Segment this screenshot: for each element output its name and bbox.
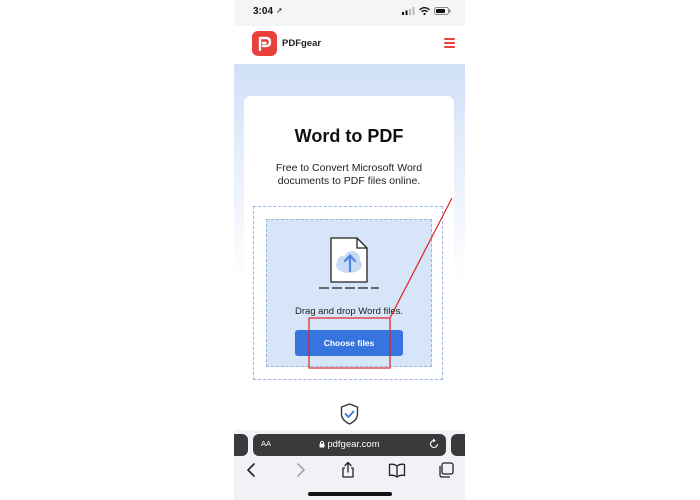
brand-name[interactable]: PDFgear [282, 38, 321, 49]
bookmarks-icon[interactable] [388, 461, 406, 479]
upload-dropzone-inner[interactable]: Drag and drop Word files. Choose files [266, 219, 432, 367]
address-bar[interactable]: AA pdfgear.com [253, 434, 446, 456]
url-display[interactable]: pdfgear.com [253, 439, 446, 450]
pdfgear-logo[interactable] [252, 31, 277, 56]
status-time: 3:04 [253, 6, 274, 17]
page-content: Word to PDF Free to Convert Microsoft Wo… [234, 64, 465, 430]
site-header: PDFgear [234, 26, 465, 64]
converter-card: Word to PDF Free to Convert Microsoft Wo… [244, 96, 454, 386]
page-title: Word to PDF [294, 126, 404, 146]
status-icons [402, 7, 451, 15]
battery-icon [434, 7, 451, 15]
reload-icon[interactable] [428, 438, 440, 450]
hamburger-menu-icon[interactable] [444, 38, 455, 48]
url-text: pdfgear.com [327, 439, 380, 450]
tabs-icon[interactable] [437, 461, 455, 479]
page-subtitle: Free to Convert Microsoft Word documents… [275, 162, 423, 187]
lock-icon [319, 440, 325, 448]
share-icon[interactable] [339, 461, 357, 479]
home-indicator [308, 492, 392, 496]
location-arrow-icon: ➚ [276, 6, 283, 15]
previous-tab-peek[interactable] [234, 434, 248, 456]
back-arrow-icon[interactable] [243, 461, 261, 479]
shield-check-icon [340, 403, 359, 425]
browser-address-row: AA pdfgear.com [234, 430, 465, 458]
upload-dropzone[interactable]: Drag and drop Word files. Choose files [253, 206, 443, 380]
forward-arrow-icon[interactable] [291, 461, 309, 479]
cloud-upload-file-icon [319, 237, 379, 289]
drag-drop-text: Drag and drop Word files. [294, 306, 404, 317]
choose-files-button[interactable]: Choose files [295, 330, 403, 356]
status-bar: 3:04 ➚ [234, 0, 465, 26]
phone-screen: 3:04 ➚ PDFgear Word to PDF Free to Conve… [234, 0, 465, 500]
signal-icon [402, 7, 415, 15]
next-tab-peek[interactable] [451, 434, 465, 456]
wifi-icon [419, 7, 430, 15]
